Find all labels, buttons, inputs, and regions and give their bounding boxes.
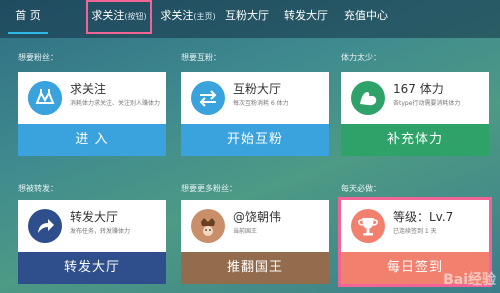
card-follow: 求关注 消耗体力求关注、关注别人赚体力 进 入 — [18, 72, 166, 156]
card-forward: 转发大厅 发布任务，转发赚体力 转发大厅 — [18, 200, 166, 284]
card-stamina-desc: 各type行动需要消耗体力 — [393, 100, 461, 107]
card-daily-checkin-desc: 已连续签到 1 天 — [393, 228, 437, 235]
section-label-low-stamina: 体力太少： — [341, 53, 381, 62]
forward-hall-button[interactable]: 转发大厅 — [18, 252, 166, 284]
card-king: @饶朝伟 当前国王 推翻国王 — [181, 200, 329, 284]
card-follow-desc: 消耗体力求关注、关注别人赚体力 — [70, 100, 161, 107]
trophy-icon — [351, 209, 385, 243]
nav-forward-hall[interactable]: 转发大厅 — [283, 0, 329, 34]
nav-follow-button[interactable]: 求关注(按钮) — [86, 0, 152, 34]
nav-follow-home[interactable]: 求关注(主页) — [155, 0, 221, 34]
top-nav-bar: 首 页 求关注(按钮) 求关注(主页) 互粉大厅 转发大厅 充值中心 — [0, 0, 500, 38]
nav-follow-home-hint: (主页) — [193, 12, 216, 21]
card-stamina: 167 体力 各type行动需要消耗体力 补充体力 — [341, 72, 489, 156]
section-label-want-more-fans: 想要更多粉丝： — [181, 184, 237, 193]
overthrow-king-button[interactable]: 推翻国王 — [181, 252, 329, 284]
nav-forward-hall-label: 转发大厅 — [284, 9, 328, 22]
section-label-want-mutual: 想要互粉： — [181, 53, 221, 62]
nav-recharge-center-label: 充值中心 — [344, 9, 388, 22]
nav-home-label: 首 页 — [15, 9, 41, 22]
nav-mutual-hall-label: 互粉大厅 — [225, 9, 269, 22]
muscle-arm-icon — [351, 81, 385, 115]
nav-home[interactable]: 首 页 — [8, 0, 48, 34]
nav-recharge-center[interactable]: 充值中心 — [343, 0, 389, 34]
card-forward-title: 转发大厅 — [70, 210, 119, 224]
section-label-want-forward: 想被转发： — [18, 184, 58, 193]
card-king-title: @饶朝伟 — [233, 210, 282, 224]
card-follow-content: 求关注 消耗体力求关注、关注别人赚体力 — [18, 72, 166, 124]
upload-people-icon — [28, 81, 62, 115]
exchange-arrows-icon — [191, 81, 225, 115]
enter-button[interactable]: 进 入 — [18, 124, 166, 156]
nav-follow-home-label: 求关注 — [160, 9, 194, 22]
card-forward-desc: 发布任务，转发赚体力 — [70, 228, 131, 235]
start-mutual-button[interactable]: 开始互粉 — [181, 124, 329, 156]
card-mutual: 互粉大厅 每次互粉消耗 6 体力 开始互粉 — [181, 72, 329, 156]
nav-follow-button-hint: (按钮) — [124, 12, 147, 21]
section-label-want-fans: 想要粉丝： — [18, 53, 58, 62]
forward-arrow-icon — [28, 209, 62, 243]
card-forward-content: 转发大厅 发布任务，转发赚体力 — [18, 200, 166, 252]
king-avatar-icon — [191, 209, 225, 243]
nav-mutual-hall[interactable]: 互粉大厅 — [224, 0, 270, 34]
card-mutual-desc: 每次互粉消耗 6 体力 — [233, 100, 289, 107]
nav-follow-button-label: 求关注 — [91, 9, 125, 22]
card-stamina-title: 167 体力 — [393, 82, 444, 96]
section-label-daily-must: 每天必做： — [341, 184, 381, 193]
card-king-content: @饶朝伟 当前国王 — [181, 200, 329, 252]
card-mutual-title: 互粉大厅 — [233, 82, 282, 96]
card-daily-checkin-title: 等级：Lv.7 — [393, 210, 454, 224]
card-mutual-content: 互粉大厅 每次互粉消耗 6 体力 — [181, 72, 329, 124]
card-king-desc: 当前国王 — [233, 228, 258, 235]
card-daily-checkin-content: 等级：Lv.7 已连续签到 1 天 — [341, 200, 489, 252]
replenish-stamina-button[interactable]: 补充体力 — [341, 124, 489, 156]
card-stamina-content: 167 体力 各type行动需要消耗体力 — [341, 72, 489, 124]
card-follow-title: 求关注 — [70, 82, 107, 96]
watermark-logo: Bai经验 — [443, 272, 496, 288]
